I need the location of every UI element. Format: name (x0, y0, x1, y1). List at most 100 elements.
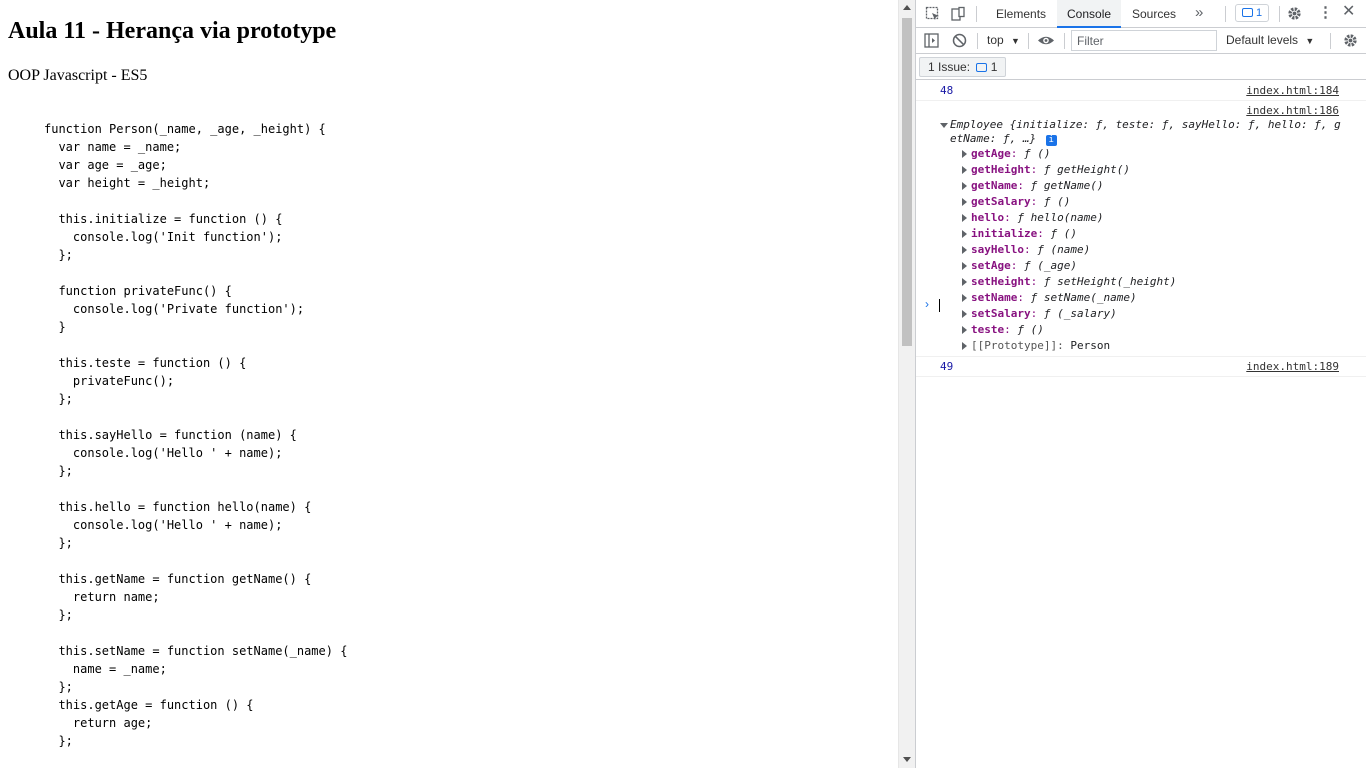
property-colon: : (1017, 179, 1031, 192)
property-colon: : (1037, 227, 1051, 240)
live-expression-eye-icon[interactable] (1037, 33, 1055, 51)
clear-console-icon[interactable] (952, 33, 967, 51)
page-title: Aula 11 - Herança via prototype (8, 18, 337, 44)
property-value: ƒ () (1050, 227, 1077, 240)
property-value: ƒ setHeight(_height) (1043, 275, 1177, 288)
settings-gear-icon[interactable] (1286, 5, 1303, 25)
scrollbar-thumb[interactable] (902, 18, 912, 346)
object-property[interactable]: teste: ƒ () (962, 322, 1044, 338)
scroll-up-arrow-icon[interactable] (903, 5, 911, 10)
property-value: ƒ getName() (1030, 179, 1104, 192)
page-scrollbar[interactable] (898, 0, 915, 768)
more-options-icon[interactable]: ⋮ (1318, 5, 1333, 21)
source-link[interactable]: index.html:186 (1246, 104, 1339, 117)
expand-arrow-icon[interactable] (962, 214, 967, 222)
source-link[interactable]: index.html:184 (1246, 84, 1339, 97)
code-line: return name; (44, 590, 160, 604)
object-property[interactable]: sayHello: ƒ (name) (962, 242, 1090, 258)
tab-elements[interactable]: Elements (986, 0, 1056, 28)
expand-arrow-icon[interactable] (962, 342, 967, 350)
filter-input[interactable] (1071, 30, 1217, 51)
property-value: ƒ (name) (1037, 243, 1091, 256)
code-line: var name = _name; (44, 140, 182, 154)
property-colon: : (1004, 211, 1018, 224)
code-line: console.log('Private function'); (44, 302, 305, 316)
code-line: }; (44, 680, 73, 694)
expand-arrow-icon[interactable] (962, 182, 967, 190)
close-devtools-icon[interactable]: ✕ (1342, 4, 1355, 20)
property-key: initialize (971, 227, 1038, 240)
property-value: ƒ (_age) (1024, 259, 1077, 272)
object-property[interactable]: initialize: ƒ () (962, 226, 1077, 242)
code-block: function Person(_name, _age, _height) { … (44, 120, 347, 750)
prototype-key: [[Prototype]] (971, 339, 1058, 352)
inspect-element-icon[interactable] (925, 6, 941, 25)
browser-viewport: Aula 11 - Herança via prototype OOP Java… (0, 0, 1366, 768)
message-icon (1241, 8, 1253, 17)
expand-arrow-icon[interactable] (962, 246, 967, 254)
object-property[interactable]: getHeight: ƒ getHeight() (962, 162, 1130, 178)
issues-bar: 1 Issue: 1 (916, 54, 1366, 80)
expand-arrow-icon[interactable] (962, 150, 967, 158)
log-levels-dropdown[interactable]: Default levels ▼ (1226, 33, 1314, 47)
page-content: Aula 11 - Herança via prototype OOP Java… (0, 0, 898, 768)
issues-button[interactable]: 1 Issue: 1 (919, 57, 1007, 77)
object-summary-continued[interactable]: etName: ƒ, …} i (950, 132, 1057, 146)
tab-sources[interactable]: Sources (1122, 0, 1186, 28)
expand-arrow-icon[interactable] (962, 230, 967, 238)
code-line: this.initialize = function () { (44, 212, 283, 226)
property-colon: : (1010, 259, 1024, 272)
tab-console[interactable]: Console (1057, 0, 1122, 28)
levels-label: Default levels (1226, 33, 1299, 47)
object-property[interactable]: setHeight: ƒ setHeight(_height) (962, 274, 1176, 290)
issues-counter-badge[interactable]: 1 (1235, 4, 1269, 22)
property-key: getName (971, 179, 1018, 192)
code-line: }; (44, 464, 73, 478)
object-property[interactable]: getAge: ƒ () (962, 146, 1051, 162)
code-line: this.sayHello = function (name) { (44, 428, 297, 442)
expand-arrow-icon[interactable] (962, 326, 967, 334)
code-line: }; (44, 392, 73, 406)
dropdown-arrow-icon: ▼ (1011, 36, 1020, 46)
more-tabs-chevron-icon[interactable]: » (1195, 5, 1203, 21)
console-message: 48 index.html:184 (916, 81, 1366, 101)
code-line: }; (44, 734, 73, 748)
object-property[interactable]: setAge: ƒ (_age) (962, 258, 1077, 274)
code-line: } (44, 320, 66, 334)
expand-arrow-icon[interactable] (962, 166, 967, 174)
property-key: getHeight (971, 163, 1031, 176)
property-key: sayHello (971, 243, 1024, 256)
expand-arrow-icon[interactable] (962, 198, 967, 206)
collapse-arrow-icon[interactable] (940, 123, 948, 128)
code-line: name = _name; (44, 662, 167, 676)
log-value: 49 (940, 360, 954, 373)
object-property[interactable]: hello: ƒ hello(name) (962, 210, 1103, 226)
source-link[interactable]: index.html:189 (1246, 360, 1339, 373)
object-property[interactable]: getName: ƒ getName() (962, 178, 1103, 194)
prototype-value: Person (1070, 339, 1111, 352)
device-toolbar-icon[interactable] (950, 6, 966, 25)
scroll-down-arrow-icon[interactable] (903, 757, 911, 762)
expand-arrow-icon[interactable] (962, 278, 967, 286)
object-summary[interactable]: Employee {initialize: ƒ, teste: ƒ, sayHe… (950, 118, 1341, 131)
code-line: console.log('Hello ' + name); (44, 446, 283, 460)
console-settings-gear-icon[interactable] (1342, 32, 1359, 52)
prototype-property[interactable]: [[Prototype]]: Person (962, 338, 1110, 354)
property-colon: : (1030, 195, 1044, 208)
console-prompt[interactable]: › (916, 296, 1366, 316)
context-label: top (987, 33, 1004, 47)
toolbar-separator (1225, 6, 1226, 22)
code-line: this.setName = function setName(_name) { (44, 644, 348, 658)
sidebar-toggle-icon[interactable] (924, 33, 939, 51)
devtools-panel: Elements Console Sources » 1 ⋮ ✕ top ▼ F… (915, 0, 1366, 768)
expand-arrow-icon[interactable] (962, 262, 967, 270)
context-selector[interactable]: top ▼ (987, 33, 1020, 47)
property-colon: : (1023, 243, 1038, 256)
toolbar-separator (1279, 6, 1280, 22)
object-summary-tail: etName: ƒ, …} (950, 132, 1037, 145)
object-property[interactable]: getSalary: ƒ () (962, 194, 1070, 210)
